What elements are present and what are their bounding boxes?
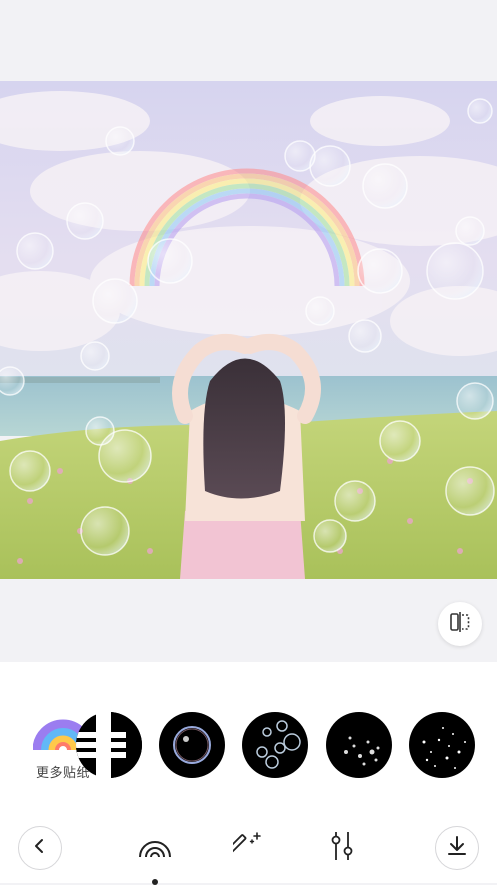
magic-wand-icon	[227, 831, 263, 866]
bottom-panel: 更多贴纸	[0, 662, 497, 885]
edited-photo[interactable]	[0, 81, 497, 579]
sparkle-bubbles-sticker[interactable]	[409, 712, 475, 778]
sticker-strip[interactable]: 更多贴纸	[0, 708, 497, 788]
sliders-icon	[327, 830, 357, 867]
single-bubble-sticker[interactable]	[159, 712, 225, 778]
bubble-cluster-sticker[interactable]	[242, 712, 308, 778]
save-button[interactable]	[435, 826, 479, 870]
compare-button[interactable]	[438, 602, 482, 646]
adjust-tool-button[interactable]	[322, 828, 362, 868]
back-button[interactable]	[18, 826, 62, 870]
small-bubbles-sticker[interactable]	[326, 712, 392, 778]
photo-illustration	[0, 81, 497, 579]
rainbow-arc-icon	[137, 833, 173, 864]
download-icon	[446, 835, 468, 862]
sticker-tool-button[interactable]	[135, 828, 175, 868]
compare-split-icon	[449, 611, 471, 638]
canvas-area	[0, 0, 497, 662]
strip-mask	[96, 708, 111, 788]
magic-tool-button[interactable]	[227, 828, 268, 868]
active-tool-indicator	[152, 879, 158, 885]
chevron-left-icon	[32, 838, 48, 859]
bottom-toolbar	[0, 822, 497, 885]
